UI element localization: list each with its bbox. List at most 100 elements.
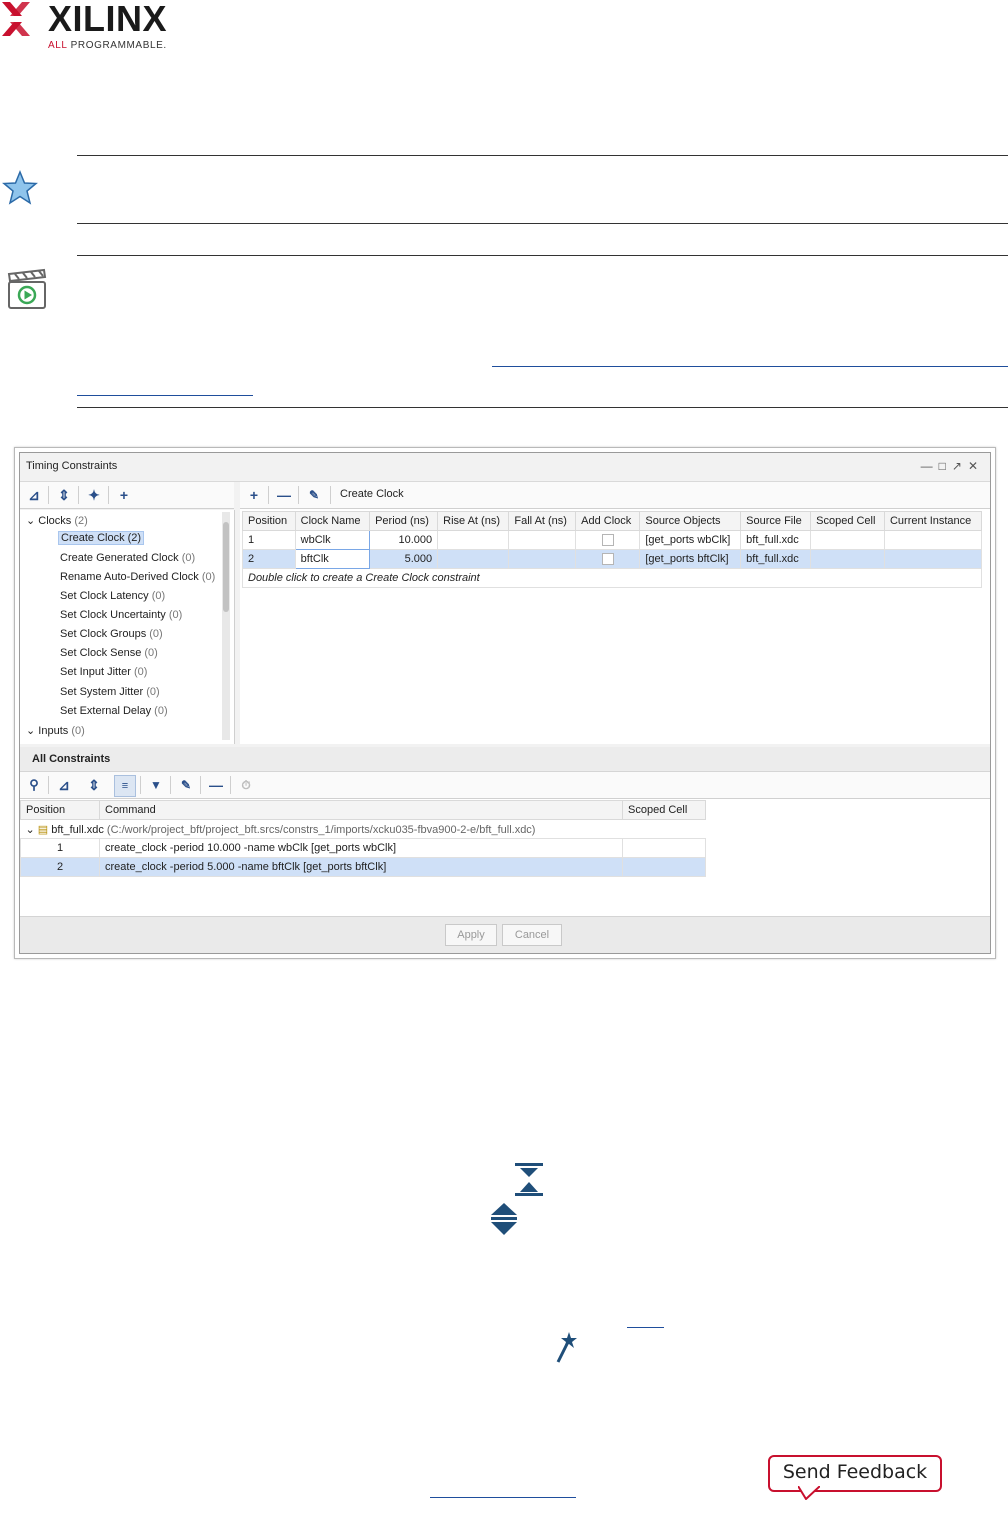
video-link-underline-2[interactable] [77, 395, 253, 396]
col-source-file[interactable]: Source File [740, 511, 812, 531]
collapse-all-icon[interactable]: ⊿ [24, 485, 44, 505]
cell-period[interactable]: 10.000 [369, 530, 439, 550]
cell-command: create_clock -period 5.000 -name bftClk … [99, 857, 623, 877]
col-scoped-cell[interactable]: Scoped Cell [810, 511, 885, 531]
cell-period[interactable]: 5.000 [369, 549, 439, 569]
window-controls: —□↗✕ [921, 459, 984, 473]
timer-icon[interactable]: ⏱ [236, 775, 256, 795]
remove-icon[interactable]: — [274, 485, 294, 505]
add-clock-checkbox[interactable] [601, 534, 614, 547]
wizard-wand-icon[interactable]: ✦ [84, 485, 104, 505]
cell-clock-name[interactable]: bftClk [294, 549, 371, 569]
footer-link-underline[interactable] [430, 1497, 576, 1498]
col-source-objects[interactable]: Source Objects [639, 511, 742, 531]
float-icon[interactable]: ↗ [952, 459, 968, 473]
cell-source-objects[interactable]: [get_ports wbClk] [639, 530, 742, 550]
tree-item-create-generated-clock[interactable]: Create Generated Clock (0) [60, 552, 195, 564]
feedback-pointer-icon [798, 1486, 820, 1500]
cell-current-instance[interactable] [883, 549, 983, 569]
cell-position: 2 [20, 857, 100, 877]
cell-source-file: bft_full.xdc [740, 530, 812, 550]
collapse-all-icon[interactable]: ⊿ [54, 775, 74, 795]
expand-all-icon[interactable]: ⇕ [84, 775, 104, 795]
expand-all-icon[interactable]: ⇕ [54, 485, 74, 505]
cell-fall-at[interactable] [508, 549, 577, 569]
tree-scrollbar[interactable] [222, 512, 230, 740]
video-link-underline[interactable] [492, 366, 1008, 367]
tip-bottom-rule [77, 223, 1008, 224]
file-group-row[interactable]: ⌄ ▤ bft_full.xdc (C:/work/project_bft/pr… [21, 820, 706, 839]
send-feedback-label: Send Feedback [782, 1461, 928, 1483]
edit-pencil-icon[interactable]: ✎ [176, 775, 196, 795]
tree-scrollbar-thumb[interactable] [223, 522, 229, 612]
xdc-file-icon: ▤ [37, 823, 49, 836]
table-row[interactable]: 1 wbClk 10.000 [get_ports wbClk] bft_ful… [242, 530, 983, 550]
col-fall-at[interactable]: Fall At (ns) [508, 511, 577, 531]
cell-position: 2 [242, 549, 296, 569]
col-scoped-cell[interactable]: Scoped Cell [622, 800, 706, 820]
clock-toolbar: + — ✎ Create Clock [240, 482, 990, 509]
add-constraint-icon[interactable]: + [114, 485, 134, 505]
cell-scoped-cell[interactable] [810, 530, 885, 550]
filter-icon[interactable]: ▼ [146, 775, 166, 795]
add-icon[interactable]: + [244, 485, 264, 505]
col-position[interactable]: Position [20, 800, 100, 820]
tree-item-set-clock-latency[interactable]: Set Clock Latency (0) [60, 590, 165, 602]
cell-current-instance[interactable] [883, 530, 983, 550]
video-clapper-icon [7, 268, 47, 309]
cell-rise-at[interactable] [437, 530, 510, 550]
tree-item-create-clock[interactable]: Create Clock (2) [58, 531, 145, 545]
send-feedback-button[interactable]: Send Feedback [768, 1455, 942, 1492]
tree-item-rename-auto-derived-clock[interactable]: Rename Auto-Derived Clock (0) [60, 571, 215, 583]
tree-group-clocks[interactable]: ⌄ Clocks (2) [26, 514, 88, 527]
apply-button[interactable]: Apply [445, 924, 497, 946]
tree-item-set-external-delay[interactable]: Set External Delay (0) [60, 705, 168, 717]
col-clock-name[interactable]: Clock Name [294, 511, 371, 531]
xilinx-logo: XILINX ALL PROGRAMMABLE. [2, 0, 182, 60]
tip-top-rule [77, 155, 1008, 156]
remove-icon[interactable]: — [206, 775, 226, 795]
cell-add-clock[interactable] [575, 530, 641, 550]
tree-item-set-clock-sense[interactable]: Set Clock Sense (0) [60, 647, 158, 659]
col-current-instance[interactable]: Current Instance [883, 511, 983, 531]
cell-rise-at[interactable] [437, 549, 510, 569]
cell-fall-at[interactable] [508, 530, 577, 550]
all-constraints-header: All Constraints [20, 747, 990, 772]
table-row-selected[interactable]: 2 bftClk 5.000 [get_ports bftClk] bft_fu… [242, 549, 983, 569]
table-row[interactable]: 1 create_clock -period 10.000 -name wbCl… [20, 838, 706, 858]
table-hint-row[interactable]: Double click to create a Create Clock co… [242, 568, 982, 588]
col-command[interactable]: Command [99, 800, 623, 820]
cell-position: 1 [20, 838, 100, 858]
cancel-button[interactable]: Cancel [502, 924, 562, 946]
file-group-cell[interactable]: ⌄ ▤ bft_full.xdc (C:/work/project_bft/pr… [21, 820, 706, 839]
minimize-icon[interactable]: — [921, 459, 939, 473]
create-clock-hint[interactable]: Double click to create a Create Clock co… [242, 568, 982, 588]
close-icon[interactable]: ✕ [968, 459, 984, 473]
search-icon[interactable]: ⚲ [24, 775, 44, 795]
constraint-tree: ⌄ Clocks (2) Create Clock (2) Create Gen… [20, 510, 235, 744]
inline-link-underline[interactable] [627, 1327, 664, 1328]
cell-source-objects[interactable]: [get_ports bftClk] [639, 549, 742, 569]
tree-item-set-system-jitter[interactable]: Set System Jitter (0) [60, 686, 160, 698]
cell-clock-name[interactable]: wbClk [294, 530, 371, 550]
cell-scoped-cell [622, 857, 706, 877]
tree-group-inputs[interactable]: ⌄ Inputs (0) [26, 724, 85, 737]
col-position[interactable]: Position [242, 511, 296, 531]
col-rise-at[interactable]: Rise At (ns) [437, 511, 510, 531]
cell-scoped-cell[interactable] [810, 549, 885, 569]
cell-source-file: bft_full.xdc [740, 549, 812, 569]
cell-add-clock[interactable] [575, 549, 641, 569]
edit-pencil-icon[interactable]: ✎ [304, 485, 324, 505]
file-name: bft_full.xdc [51, 823, 104, 836]
tree-item-set-clock-groups[interactable]: Set Clock Groups (0) [60, 628, 163, 640]
tree-item-set-clock-uncertainty[interactable]: Set Clock Uncertainty (0) [60, 609, 182, 621]
col-period[interactable]: Period (ns) [369, 511, 439, 531]
col-add-clock[interactable]: Add Clock [575, 511, 641, 531]
tree-item-set-input-jitter[interactable]: Set Input Jitter (0) [60, 666, 147, 678]
all-constraints-title: All Constraints [32, 753, 111, 765]
window-title: Timing Constraints [26, 460, 118, 472]
table-row-selected[interactable]: 2 create_clock -period 5.000 -name bftCl… [20, 857, 706, 877]
group-by-file-icon[interactable]: ≡ [114, 775, 136, 797]
add-clock-checkbox[interactable] [601, 553, 614, 566]
maximize-icon[interactable]: □ [939, 459, 952, 473]
